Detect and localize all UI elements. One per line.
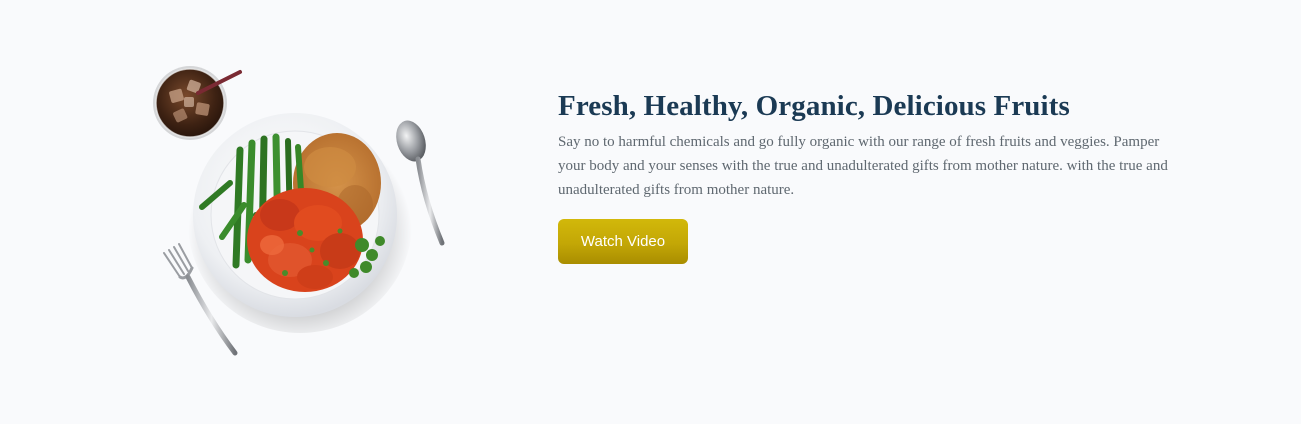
watch-video-button[interactable]: Watch Video xyxy=(558,219,688,264)
about-section: Fresh, Healthy, Organic, Delicious Fruit… xyxy=(0,0,1301,424)
about-content: Fresh, Healthy, Organic, Delicious Fruit… xyxy=(558,88,1198,264)
food-plate-image xyxy=(140,55,470,375)
section-description: Say no to harmful chemicals and go fully… xyxy=(558,134,1168,198)
chicken-icon xyxy=(247,188,363,292)
section-title: Fresh, Healthy, Organic, Delicious Fruit… xyxy=(558,90,1070,122)
glass-icon xyxy=(153,66,242,140)
